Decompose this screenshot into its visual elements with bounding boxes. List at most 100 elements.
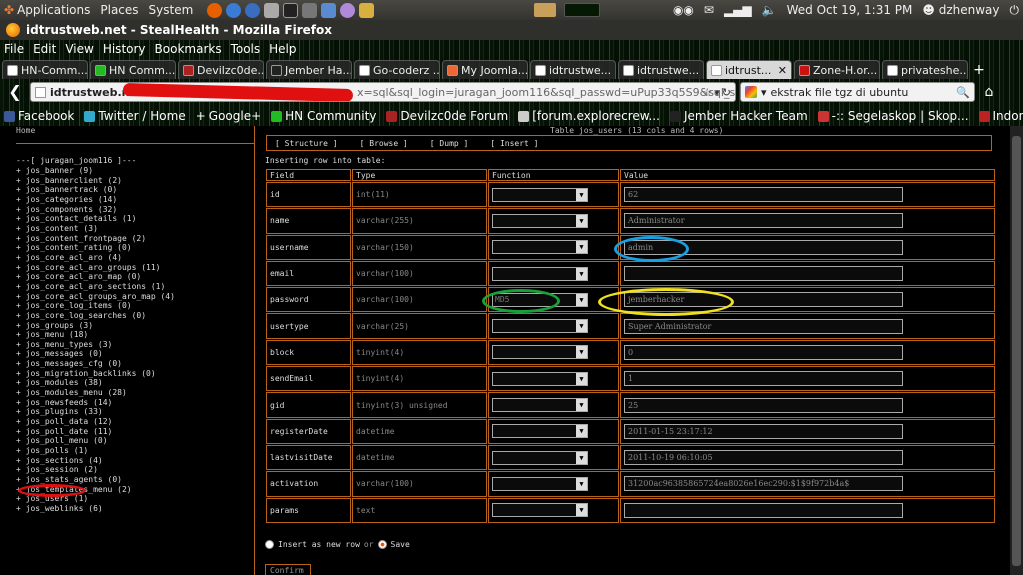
table-list-item[interactable]: + jos_modules_menu (28) — [16, 388, 254, 398]
tab-idtrustweb-1[interactable]: idtrustwe... — [530, 60, 616, 79]
value-input[interactable]: admin — [624, 239, 903, 255]
save-radio[interactable] — [377, 540, 387, 549]
applications-menu[interactable]: ✤ Applications — [4, 3, 90, 17]
power-icon[interactable]: ⏻ — [1010, 3, 1020, 18]
table-list-item[interactable]: + jos_categories (14) — [16, 195, 254, 205]
tab-privateshe[interactable]: privateshe... — [882, 60, 968, 79]
function-select[interactable]: ▼ — [492, 398, 588, 413]
value-input[interactable] — [624, 266, 903, 282]
table-list-item[interactable]: + jos_poll_date (11) — [16, 427, 254, 437]
tab-my-joomla[interactable]: My Joomla... — [442, 60, 528, 79]
table-list-item[interactable]: + jos_weblinks (6) — [16, 504, 254, 514]
function-select[interactable]: ▼ — [492, 266, 588, 281]
clock[interactable]: Wed Oct 19, 1:31 PM — [787, 3, 913, 17]
page-scrollbar[interactable] — [1010, 126, 1023, 575]
chat-launcher-icon[interactable] — [340, 2, 356, 18]
table-list-item[interactable]: + jos_contact_details (1) — [16, 214, 254, 224]
bookmark-twitter[interactable]: Twitter / Home — [84, 109, 186, 123]
bookmark-devilzc0de[interactable]: Devilzc0de Forum — [386, 109, 508, 123]
firefox-launcher-icon[interactable] — [207, 2, 223, 18]
tab-hn-comm-2[interactable]: HN Comm... — [90, 60, 176, 79]
function-select[interactable]: ▼ — [492, 240, 588, 255]
table-list-item[interactable]: + jos_groups (3) — [16, 321, 254, 331]
table-list-item[interactable]: + jos_core_acl_aro_groups (11) — [16, 263, 254, 273]
menu-help[interactable]: Help — [269, 42, 296, 56]
search-dropdown-icon[interactable]: ▾ — [761, 86, 767, 99]
new-tab-button[interactable]: + — [970, 61, 988, 79]
network-indicator-icon[interactable]: ▂▄▆ — [724, 3, 752, 17]
value-input[interactable]: 31200ac96385865724ea8026e16ec290:$1$9f97… — [624, 476, 903, 492]
table-list-item[interactable]: + jos_messages_cfg (0) — [16, 359, 254, 369]
bookmark-explorecrew[interactable]: [forum.explorecrew... — [518, 109, 660, 123]
help-launcher-icon[interactable] — [245, 2, 261, 18]
volume-icon[interactable]: 🔈 — [762, 3, 777, 17]
confirm-button[interactable]: Confirm — [265, 564, 311, 575]
bookmark-facebook[interactable]: Facebook — [4, 109, 74, 123]
table-list-item[interactable]: + jos_migration_backlinks (0) — [16, 369, 254, 379]
value-input[interactable]: 62 — [624, 187, 903, 203]
home-link[interactable]: Home — [16, 126, 254, 135]
function-select[interactable]: ▼ — [492, 345, 588, 360]
function-select[interactable]: ▼ — [492, 503, 588, 518]
table-list-item[interactable]: + jos_stats_agents (0) — [16, 475, 254, 485]
insert-link[interactable]: [ Insert ] — [490, 139, 538, 148]
tool-launcher-icon[interactable] — [264, 2, 280, 18]
window-titlebar[interactable]: idtrustweb.net - StealHealth - Mozilla F… — [0, 20, 1023, 40]
search-input[interactable]: ekstrak file tgz di ubuntu — [771, 86, 909, 99]
table-list-item[interactable]: + jos_poll_menu (0) — [16, 436, 254, 446]
table-list-item[interactable]: + jos_content_rating (0) — [16, 243, 254, 253]
table-list-item[interactable]: + jos_templates_menu (2) — [16, 485, 254, 495]
function-select[interactable]: ▼ — [492, 371, 588, 386]
value-input[interactable] — [624, 502, 903, 518]
function-select[interactable]: ▼ — [492, 319, 588, 334]
value-input[interactable]: 1 — [624, 371, 903, 387]
terminal-launcher-icon[interactable] — [283, 2, 299, 18]
table-list-item[interactable]: + jos_session (2) — [16, 465, 254, 475]
places-menu[interactable]: Places — [100, 3, 138, 17]
scrollbar-thumb[interactable] — [1012, 136, 1021, 566]
mail-launcher-icon[interactable] — [359, 2, 375, 18]
menu-file[interactable]: File — [4, 42, 24, 56]
bookmark-google-plus[interactable]: + Google+ — [196, 109, 261, 123]
mail-indicator-icon[interactable]: ✉ — [704, 3, 714, 17]
table-list-item[interactable]: + jos_bannertrack (0) — [16, 185, 254, 195]
table-list-item[interactable]: + jos_messages (0) — [16, 349, 254, 359]
table-list-item[interactable]: + jos_sections (4) — [16, 456, 254, 466]
back-button[interactable]: ❮ — [4, 82, 26, 102]
menu-history[interactable]: History — [103, 42, 146, 56]
table-list-item[interactable]: + jos_users (1) — [16, 494, 254, 504]
tab-close-icon[interactable]: ✕ — [778, 64, 787, 77]
tab-zone-h[interactable]: Zone-H.or... — [794, 60, 880, 79]
structure-link[interactable]: [ Structure ] — [275, 139, 338, 148]
menu-edit[interactable]: Edit — [33, 42, 56, 56]
weather-applet-icon[interactable] — [534, 3, 557, 17]
value-input[interactable]: jemberhacker — [624, 292, 903, 308]
table-list-item[interactable]: + jos_bannerclient (2) — [16, 176, 254, 186]
table-list-item[interactable]: + jos_menu_types (3) — [16, 340, 254, 350]
bookmark-hn-community[interactable]: HN Community — [271, 109, 376, 123]
bookmark-indonesian-blackhat[interactable]: Indonesian BLackHat ... — [978, 109, 1023, 123]
table-list-item[interactable]: + jos_content (3) — [16, 224, 254, 234]
value-input[interactable]: Administrator — [624, 213, 903, 229]
chrome-launcher-icon[interactable] — [226, 2, 242, 18]
table-list-item[interactable]: + jos_banner (9) — [16, 166, 254, 176]
search-icon[interactable]: 🔍 — [956, 86, 970, 99]
browse-link[interactable]: [ Browse ] — [360, 139, 408, 148]
table-list-item[interactable]: + jos_core_acl_groups_aro_map (4) — [16, 292, 254, 302]
tab-go-coderz[interactable]: Go-coderz ... — [354, 60, 440, 79]
table-list-item[interactable]: + jos_core_acl_aro_map (0) — [16, 272, 254, 282]
function-select[interactable]: ▼ — [492, 187, 588, 202]
tab-jember-ha[interactable]: Jember Ha... — [266, 60, 352, 79]
system-monitor-icon[interactable] — [564, 3, 601, 17]
table-list-item[interactable]: + jos_plugins (33) — [16, 407, 254, 417]
value-input[interactable]: 0 — [624, 344, 903, 360]
tab-devilzc0de[interactable]: Devilzc0de... — [178, 60, 264, 79]
table-list-item[interactable]: + jos_core_log_searches (0) — [16, 311, 254, 321]
table-list-item[interactable]: + jos_core_log_items (0) — [16, 301, 254, 311]
home-button[interactable]: ⌂ — [979, 84, 999, 100]
table-list-item[interactable]: + jos_menu (18) — [16, 330, 254, 340]
system-menu[interactable]: System — [149, 3, 194, 17]
bookmark-segelaskop[interactable]: -:: Segelaskop | Skop... — [817, 109, 969, 123]
menu-bookmarks[interactable]: Bookmarks — [155, 42, 222, 56]
value-input[interactable]: Super Administrator — [624, 318, 903, 334]
